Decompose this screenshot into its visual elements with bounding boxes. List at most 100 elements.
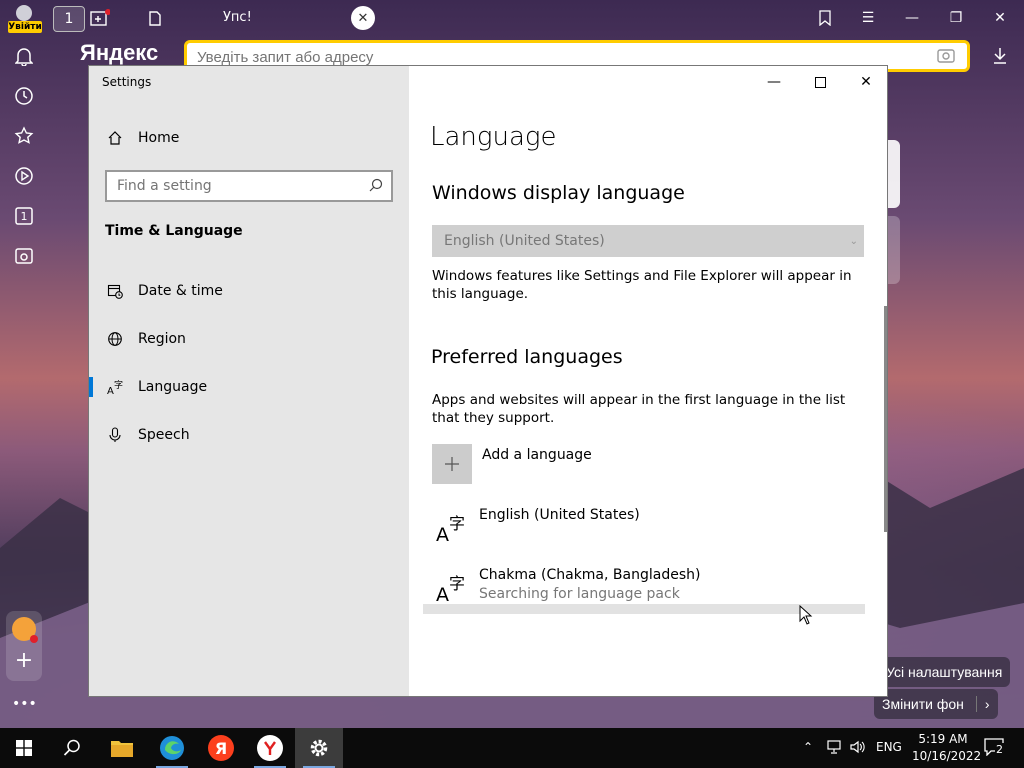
file-explorer-icon[interactable] xyxy=(98,728,146,768)
page-title: Language xyxy=(430,122,557,152)
input-language-indicator[interactable]: ENG xyxy=(876,740,902,754)
nav-item-label: Date & time xyxy=(138,283,223,299)
display-language-select[interactable]: English (United States) ⌄ xyxy=(432,225,864,257)
taskbar-search-icon[interactable] xyxy=(48,728,96,768)
widget-card-edge xyxy=(888,216,900,284)
history-clock-icon[interactable] xyxy=(12,84,36,108)
nav-home-label: Home xyxy=(138,130,180,146)
tab-counter-button[interactable]: 1 xyxy=(53,6,85,32)
settings-window: Settings Home Time & Language Date & tim… xyxy=(88,65,888,697)
svg-text:A: A xyxy=(436,524,449,543)
find-setting-box[interactable] xyxy=(105,170,393,202)
avatar xyxy=(16,5,32,21)
display-language-description: Windows features like Settings and File … xyxy=(432,268,852,302)
restore-browser-icon[interactable]: ❐ xyxy=(944,6,968,30)
svg-text:A: A xyxy=(436,584,449,603)
window-title: Settings xyxy=(102,75,152,89)
language-name: Chakma (Chakma, Bangladesh) xyxy=(479,567,701,583)
more-dots-icon[interactable]: ••• xyxy=(12,696,37,712)
svg-text:字: 字 xyxy=(114,379,123,391)
add-language-label: Add a language xyxy=(482,447,592,463)
bookmarks-panel-icon[interactable] xyxy=(812,6,836,30)
tabs-badge-icon[interactable]: 1 xyxy=(12,204,36,228)
display-language-heading: Windows display language xyxy=(432,182,685,204)
settings-gear-icon[interactable] xyxy=(295,728,343,768)
all-settings-button[interactable]: Усі налаштування xyxy=(876,657,1011,687)
nav-home[interactable]: Home xyxy=(89,118,409,158)
all-settings-label: Усі налаштування xyxy=(886,664,1003,680)
settings-content: Language Windows display language Englis… xyxy=(409,66,887,696)
system-clock[interactable]: 5:19 AM 10/16/2022 xyxy=(912,731,982,765)
taskbar: Я ⌃ ENG 5:19 AM 10/16/2022 2 xyxy=(0,728,1024,768)
page-icon xyxy=(145,6,165,30)
login-label: Увійти xyxy=(8,21,42,33)
language-item-english[interactable]: A 字 English (United States) xyxy=(432,507,872,547)
calendar-clock-icon xyxy=(106,282,124,300)
change-background-label: Змінити фон xyxy=(882,696,964,712)
video-play-icon[interactable] xyxy=(12,164,36,188)
home-icon xyxy=(106,129,124,147)
tab-count: 1 xyxy=(64,11,74,27)
mail-app-icon[interactable] xyxy=(12,617,38,643)
language-icon: A字 xyxy=(106,378,124,396)
nav-section-title: Time & Language xyxy=(105,223,243,239)
network-icon[interactable] xyxy=(827,740,843,757)
tab-title[interactable]: Упс! xyxy=(223,10,252,25)
volume-icon[interactable] xyxy=(850,740,866,757)
chevron-down-icon: ⌄ xyxy=(849,235,858,247)
language-item-chakma[interactable]: A 字 Chakma (Chakma, Bangladesh) Searchin… xyxy=(432,567,872,607)
screenshot-camera-icon[interactable] xyxy=(12,244,36,268)
browser-tab-bar: Увійти 1 Упс! ✕ ☰ — ❐ ✕ xyxy=(0,0,1024,36)
find-setting-input[interactable] xyxy=(107,177,369,195)
preferred-languages-description: Apps and websites will appear in the fir… xyxy=(432,392,846,426)
settings-nav-pane: Settings Home Time & Language Date & tim… xyxy=(89,66,409,696)
svg-text:A: A xyxy=(107,386,114,395)
nav-item-language[interactable]: A字 Language xyxy=(89,367,409,407)
language-status: Searching for language pack xyxy=(479,586,680,602)
new-tab-group-icon[interactable] xyxy=(88,6,112,30)
nav-item-label: Region xyxy=(138,331,186,347)
mouse-cursor-icon xyxy=(799,605,813,625)
nav-item-speech[interactable]: Speech xyxy=(89,415,409,455)
add-language-button[interactable]: Add a language xyxy=(432,444,592,484)
preferred-languages-heading: Preferred languages xyxy=(431,346,623,368)
notifications-bell-icon[interactable] xyxy=(12,44,36,68)
nav-item-date-time[interactable]: Date & time xyxy=(89,271,409,311)
svg-text:字: 字 xyxy=(449,574,465,593)
close-browser-icon[interactable]: ✕ xyxy=(988,6,1012,30)
language-icon: A 字 xyxy=(436,514,465,543)
camera-search-icon[interactable] xyxy=(937,47,955,67)
downloads-icon[interactable] xyxy=(988,44,1012,68)
sidebar-apps-panel: + xyxy=(6,611,42,681)
close-tab-icon[interactable]: ✕ xyxy=(351,6,375,30)
microphone-icon xyxy=(106,426,124,444)
favorites-star-icon[interactable] xyxy=(12,124,36,148)
tray-chevron-up-icon[interactable]: ⌃ xyxy=(803,740,813,754)
tabs-badge-count: 1 xyxy=(20,209,28,223)
nav-item-region[interactable]: Region xyxy=(89,319,409,359)
edge-browser-icon[interactable] xyxy=(148,728,196,768)
content-scrollbar[interactable] xyxy=(884,306,887,532)
display-language-value: English (United States) xyxy=(444,233,605,249)
start-windows-icon[interactable] xyxy=(0,728,48,768)
change-background-button[interactable]: Змінити фон › xyxy=(874,689,998,719)
profile-login-button[interactable]: Увійти xyxy=(6,3,42,33)
chevron-right-icon[interactable]: › xyxy=(975,696,990,712)
plus-icon xyxy=(432,444,472,484)
minimize-browser-icon[interactable]: — xyxy=(900,6,924,30)
language-icon: A 字 xyxy=(436,574,465,603)
clock-date: 10/16/2022 xyxy=(912,749,982,763)
search-icon xyxy=(369,177,383,196)
add-app-plus-icon[interactable]: + xyxy=(12,649,36,673)
language-name: English (United States) xyxy=(479,507,640,523)
yandex-browser-icon[interactable] xyxy=(246,728,294,768)
menu-icon[interactable]: ☰ xyxy=(856,6,880,30)
notification-center-icon[interactable]: 2 xyxy=(984,738,1004,759)
notification-count: 2 xyxy=(995,743,1004,756)
yandex-logo[interactable]: Яндекс xyxy=(80,40,158,66)
yandex-app-icon[interactable]: Я xyxy=(197,728,245,768)
svg-text:字: 字 xyxy=(449,514,465,533)
widget-card-edge xyxy=(888,140,900,208)
nav-item-label: Speech xyxy=(138,427,190,443)
nav-item-label: Language xyxy=(138,379,208,395)
